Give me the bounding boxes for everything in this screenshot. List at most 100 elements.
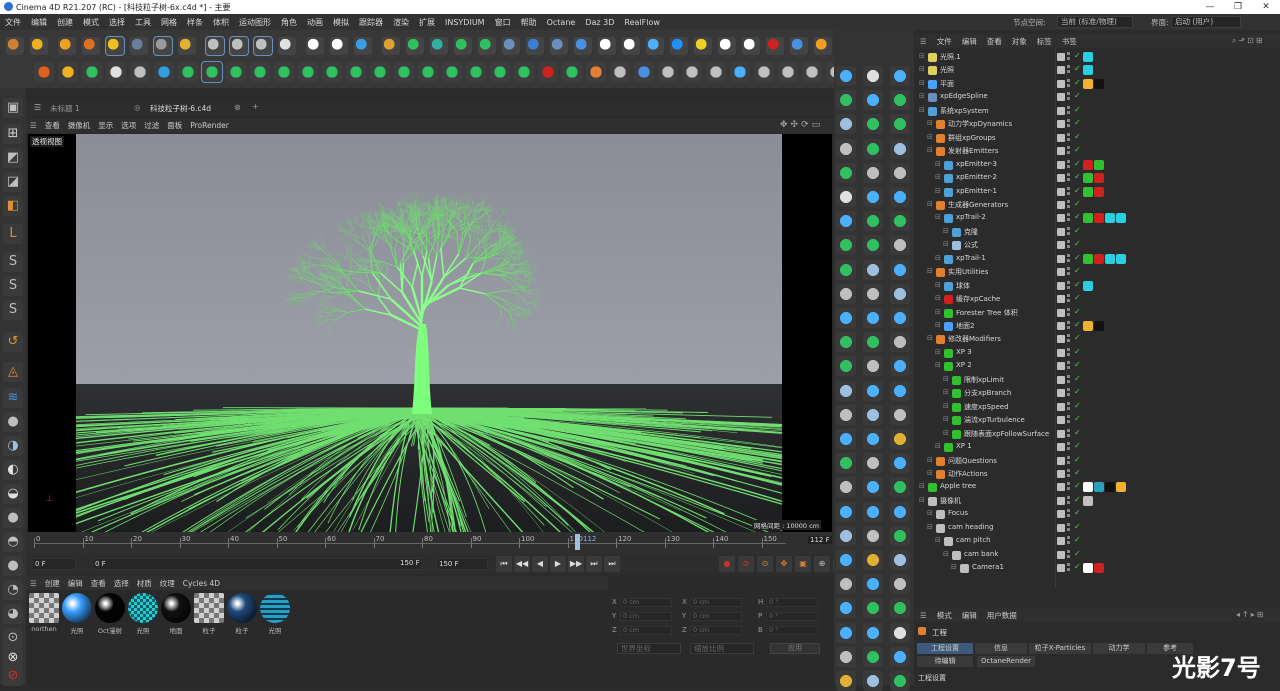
material-menu-item[interactable]: 材质	[133, 578, 156, 589]
tag-icon[interactable]	[1083, 496, 1093, 506]
object-row[interactable]: ⊟cam heading✓	[915, 522, 1280, 536]
snapshot-icon[interactable]	[766, 37, 784, 55]
material-swatch[interactable]	[227, 593, 257, 623]
left-tool-icon[interactable]: ▣	[3, 98, 23, 118]
expand-icon[interactable]: ⊟	[943, 402, 949, 410]
xp-object-icon[interactable]	[836, 477, 856, 497]
enabled-check-icon[interactable]: ✓	[1074, 360, 1081, 369]
enabled-check-icon[interactable]: ✓	[1074, 522, 1081, 531]
expand-icon[interactable]: ⊟	[927, 523, 933, 531]
tab-close-icon[interactable]: ⊗	[234, 103, 241, 112]
sun-icon[interactable]	[694, 37, 712, 55]
lock-x-icon[interactable]	[206, 37, 224, 55]
object-row[interactable]: ⊟Focus✓	[915, 508, 1280, 522]
object-row[interactable]: ⊟动作Actions✓	[915, 468, 1280, 482]
expand-icon[interactable]: ⊟	[935, 348, 941, 356]
tag-icon[interactable]	[1094, 563, 1104, 573]
layer-swatch[interactable]	[1057, 403, 1065, 411]
expand-icon[interactable]: ⊟	[935, 281, 941, 289]
visibility-dots[interactable]	[1067, 415, 1070, 426]
left-tool-icon[interactable]: ⊙	[3, 628, 23, 648]
expand-icon[interactable]: ⊟	[943, 375, 949, 383]
material-swatch[interactable]	[95, 593, 125, 623]
xp-object-icon[interactable]	[836, 647, 856, 667]
render-picture-icon[interactable]	[330, 37, 348, 55]
xp-object-icon[interactable]	[836, 187, 856, 207]
enabled-check-icon[interactable]: ✓	[1074, 468, 1081, 477]
transport-button-icon[interactable]: ◀◀	[514, 556, 530, 572]
xp-object-icon[interactable]	[890, 90, 910, 110]
visibility-dots[interactable]	[1067, 79, 1070, 90]
visibility-dots[interactable]	[1067, 106, 1070, 117]
xp-object-icon[interactable]	[863, 163, 883, 183]
expand-icon[interactable]: ⊟	[927, 509, 933, 517]
tag-icon[interactable]	[1083, 254, 1093, 264]
tabs-menu-icon[interactable]: ☰	[34, 103, 41, 112]
menu-item[interactable]: INSYDIUM	[440, 18, 490, 27]
expand-icon[interactable]: ⊟	[935, 213, 941, 221]
layer-swatch[interactable]	[1057, 161, 1065, 169]
layer-swatch[interactable]	[1057, 430, 1065, 438]
viewport-menu-icon[interactable]: ☰	[26, 121, 41, 130]
object-row[interactable]: ⊟缓存xpCache✓	[915, 293, 1280, 307]
tag-icon[interactable]	[1083, 52, 1093, 62]
expand-icon[interactable]: ⊟	[919, 52, 925, 60]
visibility-dots[interactable]	[1067, 442, 1070, 453]
visibility-dots[interactable]	[1067, 348, 1070, 359]
enabled-check-icon[interactable]: ✓	[1074, 387, 1081, 396]
pen-icon[interactable]	[406, 37, 424, 55]
menu-item[interactable]: 运动图形	[234, 17, 276, 28]
xp-object-icon[interactable]	[836, 163, 856, 183]
menu-item[interactable]: 工具	[130, 17, 156, 28]
xp-object-icon[interactable]	[836, 598, 856, 618]
layer-swatch[interactable]	[1057, 228, 1065, 236]
visibility-dots[interactable]	[1067, 469, 1070, 480]
menu-item[interactable]: 创建	[52, 17, 78, 28]
xp-object-icon[interactable]	[890, 502, 910, 522]
coord-value-field[interactable]: 0 °	[766, 598, 818, 607]
menu-item[interactable]: 跟踪器	[354, 17, 388, 28]
transport-button-icon[interactable]: ⊙	[757, 556, 773, 572]
end-frame-field[interactable]: 150 F	[436, 558, 488, 570]
material-swatch[interactable]	[128, 593, 158, 623]
object-menu-item[interactable]: 标签	[1032, 36, 1057, 47]
expand-icon[interactable]: ⊟	[927, 267, 933, 275]
left-tool-icon[interactable]: ◑	[3, 436, 23, 456]
xp-tool-icon[interactable]	[274, 62, 294, 82]
object-row[interactable]: ⊟地面2✓	[915, 320, 1280, 334]
xp-object-icon[interactable]	[863, 623, 883, 643]
select-icon[interactable]	[130, 37, 148, 55]
layer-swatch[interactable]	[1057, 551, 1065, 559]
subdivision-icon[interactable]	[430, 37, 448, 55]
xp-object-icon[interactable]	[836, 90, 856, 110]
redo-icon[interactable]	[30, 37, 48, 55]
visibility-dots[interactable]	[1067, 213, 1070, 224]
transport-button-icon[interactable]: ◀	[532, 556, 548, 572]
object-row[interactable]: ⊟修改器Modifiers✓	[915, 333, 1280, 347]
bend-icon[interactable]	[550, 37, 568, 55]
xp-tool-icon[interactable]	[442, 62, 462, 82]
live-select-icon[interactable]	[154, 37, 172, 55]
tag-icon[interactable]	[1083, 281, 1093, 291]
playhead[interactable]	[575, 534, 580, 550]
xp-object-icon[interactable]	[836, 308, 856, 328]
left-tool-icon[interactable]: S	[3, 252, 23, 272]
timeline-ruler[interactable]: 0102030405060708090100110120130140150 11…	[26, 532, 834, 554]
object-row[interactable]: ⊟实用Utilities✓	[915, 266, 1280, 280]
menu-item[interactable]: 角色	[276, 17, 302, 28]
deformer-icon[interactable]	[526, 37, 544, 55]
tag-icon[interactable]	[1094, 173, 1104, 183]
move-icon[interactable]	[58, 37, 76, 55]
xp-object-icon[interactable]	[863, 429, 883, 449]
object-menu-item[interactable]: 查看	[982, 36, 1007, 47]
xp-object-icon[interactable]	[863, 574, 883, 594]
material-menu-item[interactable]: 纹理	[156, 578, 179, 589]
xp-object-icon[interactable]	[890, 598, 910, 618]
xp-object-icon[interactable]	[836, 671, 856, 691]
object-row[interactable]: ⊟cam bank✓	[915, 549, 1280, 563]
expand-icon[interactable]: ⊟	[935, 361, 941, 369]
enabled-check-icon[interactable]: ✓	[1074, 253, 1081, 262]
layer-swatch[interactable]	[1057, 524, 1065, 532]
viewport-menu-item[interactable]: 查看	[41, 120, 64, 131]
menu-item[interactable]: 选择	[104, 17, 130, 28]
